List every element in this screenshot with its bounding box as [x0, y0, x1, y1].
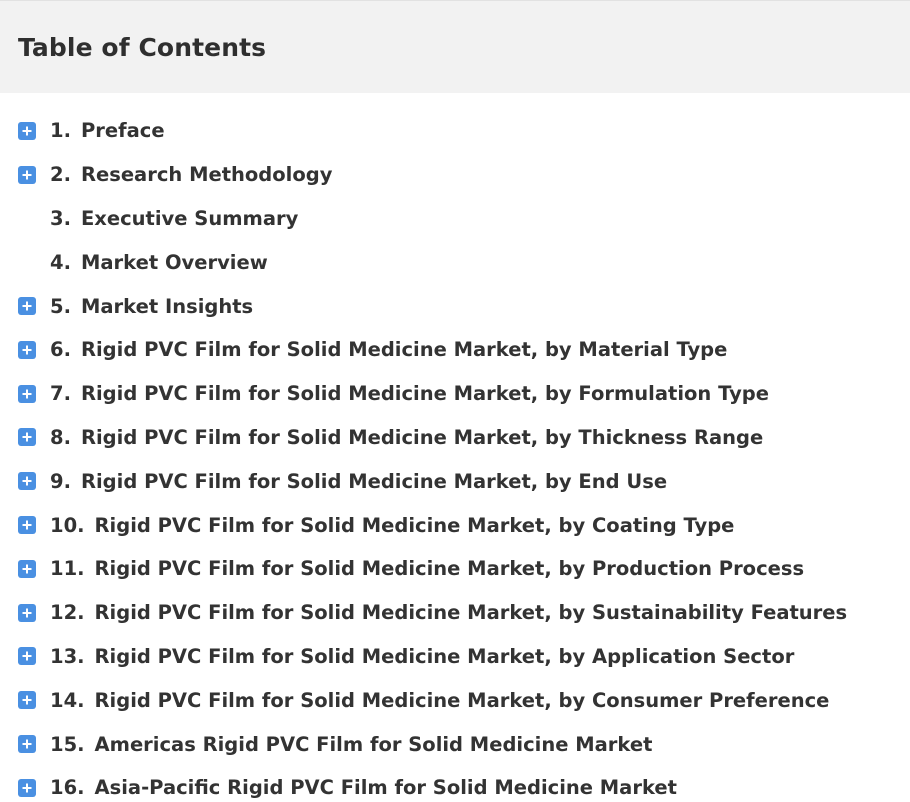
toc-item-number: 10.	[50, 513, 85, 537]
toc-item[interactable]: 13. Rigid PVC Film for Solid Medicine Mar…	[0, 635, 910, 679]
plus-square-icon[interactable]	[18, 384, 36, 403]
toc-item[interactable]: 8. Rigid PVC Film for Solid Medicine Mark…	[0, 416, 910, 460]
toc-item[interactable]: 1. Preface	[0, 109, 910, 153]
toc-header: Table of Contents	[0, 0, 910, 93]
toc-item-number: 15.	[50, 732, 85, 756]
toc-item-number: 8.	[50, 425, 71, 449]
table-of-contents: Table of Contents 1. Preface 2. Research Me…	[0, 0, 910, 802]
toc-item-number: 2.	[50, 163, 71, 187]
toc-item[interactable]: 7. Rigid PVC Film for Solid Medicine Mark…	[0, 372, 910, 416]
toc-item-number: 12.	[50, 601, 85, 625]
toc-item-number: 9.	[50, 469, 71, 493]
toc-item-label: Market Overview	[80, 250, 268, 274]
toc-item[interactable]: 9. Rigid PVC Film for Solid Medicine Mark…	[0, 459, 910, 503]
plus-square-icon[interactable]	[18, 165, 36, 184]
toc-item[interactable]: 2. Research Methodology	[0, 153, 910, 197]
toc-item[interactable]: 12. Rigid PVC Film for Solid Medicine Mar…	[0, 591, 910, 635]
toc-item-number: 14.	[50, 688, 85, 712]
toc-item[interactable]: 10. Rigid PVC Film for Solid Medicine Mar…	[0, 503, 910, 547]
toc-item-label: Rigid PVC Film for Solid Medicine Market…	[94, 601, 848, 625]
toc-list: 1. Preface 2. Research Methodology 3. Executi…	[0, 109, 910, 802]
toc-item[interactable]: 5. Market Insights	[0, 284, 910, 328]
plus-square-icon[interactable]	[18, 297, 36, 316]
toc-item-label: Rigid PVC Film for Solid Medicine Market…	[94, 688, 830, 712]
toc-item-label: Americas Rigid PVC Film for Solid Medici…	[94, 732, 653, 756]
plus-square-icon[interactable]	[18, 516, 36, 535]
toc-item-number: 1.	[50, 119, 71, 143]
toc-item-number: 7.	[50, 382, 71, 406]
plus-square-icon[interactable]	[18, 121, 36, 140]
toc-item-label: Rigid PVC Film for Solid Medicine Market…	[94, 644, 795, 668]
toc-item[interactable]: 11. Rigid PVC Film for Solid Medicine Mar…	[0, 547, 910, 591]
toc-item-label: Rigid PVC Film for Solid Medicine Market…	[94, 557, 805, 581]
plus-square-icon[interactable]	[18, 340, 36, 359]
toc-item-label: Rigid PVC Film for Solid Medicine Market…	[80, 425, 764, 449]
toc-item-number: 3.	[50, 206, 71, 230]
toc-item-label: Rigid PVC Film for Solid Medicine Market…	[80, 469, 668, 493]
toc-item-label: Preface	[80, 119, 165, 143]
plus-square-icon[interactable]	[18, 428, 36, 447]
icon-spacer	[18, 253, 36, 271]
toc-item-label: Research Methodology	[80, 163, 333, 187]
plus-square-icon[interactable]	[18, 778, 36, 797]
toc-item-label: Rigid PVC Film for Solid Medicine Market…	[94, 513, 735, 537]
toc-item[interactable]: 15. Americas Rigid PVC Film for Solid Med…	[0, 722, 910, 766]
plus-square-icon[interactable]	[18, 603, 36, 622]
toc-item-number: 6.	[50, 338, 71, 362]
toc-item-number: 5.	[50, 294, 71, 318]
icon-spacer	[18, 209, 36, 227]
toc-item-label: Asia-Pacific Rigid PVC Film for Solid Me…	[94, 776, 677, 800]
toc-item[interactable]: 4. Market Overview	[0, 240, 910, 284]
toc-item[interactable]: 6. Rigid PVC Film for Solid Medicine Mark…	[0, 328, 910, 372]
toc-item-number: 11.	[50, 557, 85, 581]
plus-square-icon[interactable]	[18, 472, 36, 491]
toc-item[interactable]: 3. Executive Summary	[0, 197, 910, 241]
plus-square-icon[interactable]	[18, 691, 36, 710]
toc-item-number: 16.	[50, 776, 85, 800]
toc-item-label: Rigid PVC Film for Solid Medicine Market…	[80, 382, 769, 406]
page-title: Table of Contents	[18, 32, 267, 62]
toc-item-label: Rigid PVC Film for Solid Medicine Market…	[80, 338, 728, 362]
toc-item-label: Market Insights	[80, 294, 254, 318]
toc-item[interactable]: 14. Rigid PVC Film for Solid Medicine Mar…	[0, 678, 910, 722]
toc-item[interactable]: 16. Asia-Pacific Rigid PVC Film for Solid…	[0, 766, 910, 802]
plus-square-icon[interactable]	[18, 559, 36, 578]
toc-item-number: 13.	[50, 644, 85, 668]
toc-item-label: Executive Summary	[80, 206, 299, 230]
toc-item-number: 4.	[50, 250, 71, 274]
plus-square-icon[interactable]	[18, 735, 36, 754]
plus-square-icon[interactable]	[18, 647, 36, 666]
